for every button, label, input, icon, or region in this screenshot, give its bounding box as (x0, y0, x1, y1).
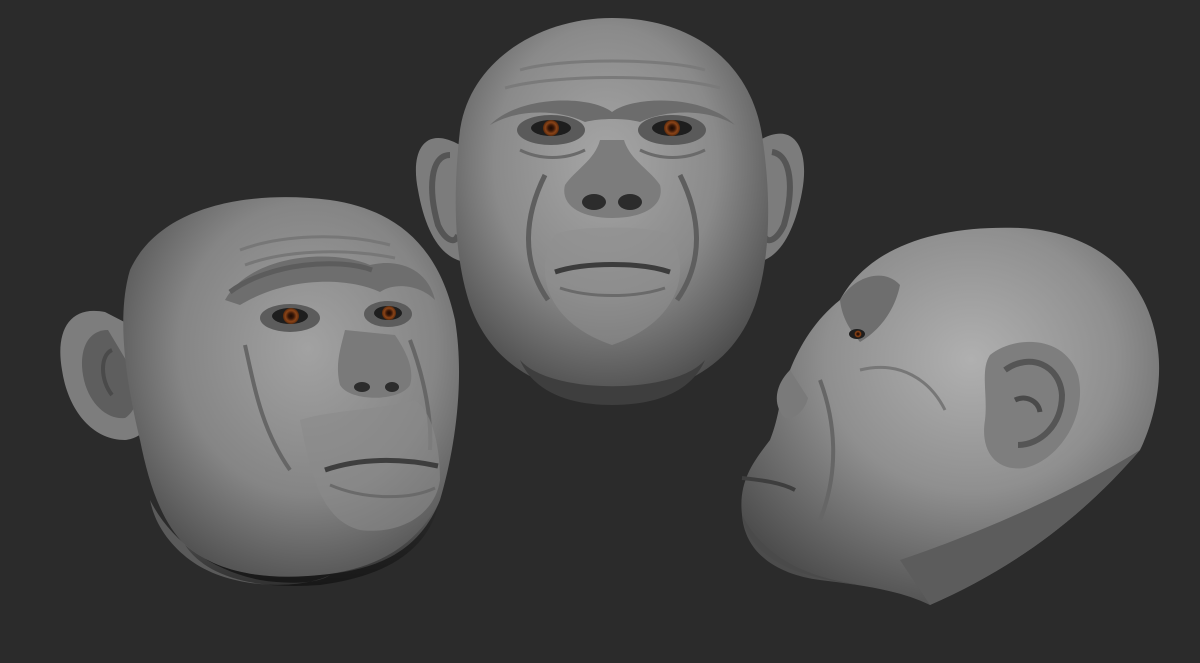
render-viewport (0, 0, 1200, 663)
head-front (415, 18, 805, 405)
sculpt-render (60, 18, 1160, 605)
eye-front-right (652, 120, 692, 136)
eye-front-left (531, 120, 571, 136)
head-profile-right (741, 227, 1160, 605)
head-three-quarter-left (60, 197, 460, 586)
eye-left-view-right (272, 308, 308, 324)
eye-profile (849, 329, 865, 339)
eye-left-view-left (374, 306, 402, 320)
